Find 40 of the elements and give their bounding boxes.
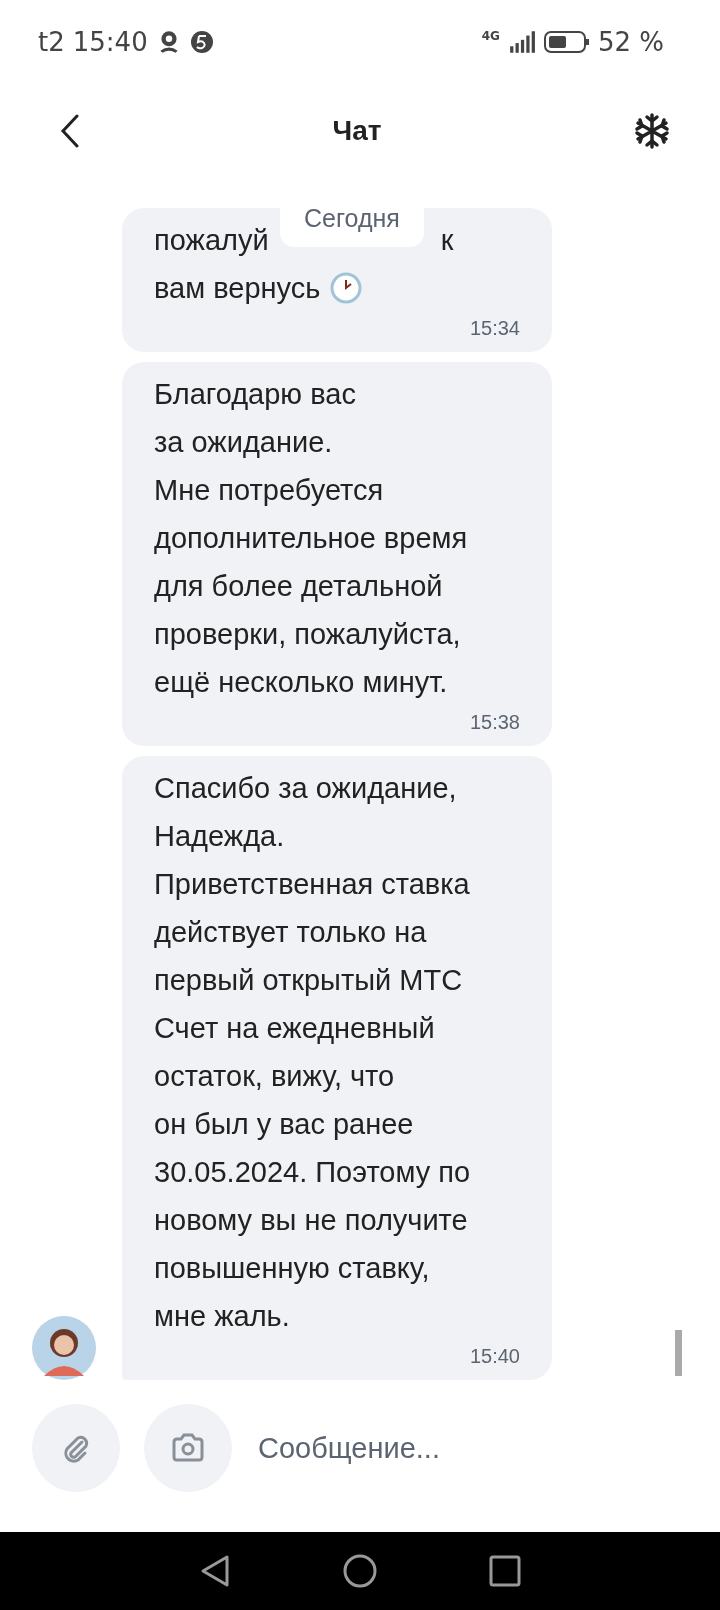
message-text: мне жаль.	[154, 1299, 290, 1333]
back-icon[interactable]	[60, 114, 80, 148]
message-text: для более детальной	[154, 569, 443, 603]
message-time: 15:34	[469, 316, 520, 340]
battery-icon	[543, 30, 590, 54]
message-text: Счет на ежедневный	[154, 1011, 435, 1045]
message-input[interactable]: Сообщение...	[256, 1430, 688, 1466]
message-text: Надежда.	[154, 819, 285, 853]
recents-nav-icon[interactable]	[489, 1555, 521, 1587]
message-text: за ожидание.	[154, 425, 333, 459]
message-text: дополнительное время	[154, 521, 468, 555]
message-text: 30.05.2024. Поэтому по	[154, 1155, 471, 1189]
message-text: Спасибо за ожидание,	[154, 771, 457, 805]
message-text: повышенную ставку,	[154, 1251, 430, 1285]
message-text: первый открытый МТС	[154, 963, 463, 997]
message-time: 15:40	[469, 1344, 520, 1368]
message-text: вам вернусь	[154, 271, 321, 305]
snowflake-icon[interactable]	[634, 113, 670, 149]
scrollbar	[675, 1330, 682, 1376]
chat-title: Чат	[332, 115, 382, 147]
status-time: 15:40	[72, 27, 148, 57]
message-text: Благодарю вас	[154, 377, 356, 411]
signal-icon	[507, 30, 536, 54]
message-text: новому вы не получите	[154, 1203, 468, 1237]
home-nav-icon[interactable]	[343, 1554, 377, 1588]
message-text: проверки, пожалуйста,	[154, 617, 461, 651]
message-text: он был у вас ранее	[154, 1107, 414, 1141]
message-text: пожалуй	[154, 223, 269, 257]
battery-percent: 52 %	[597, 27, 664, 57]
message-text: Мне потребуется	[154, 473, 384, 507]
message-text: действует только на	[154, 915, 427, 949]
carrier-label: t2	[38, 27, 65, 57]
message-text: остаток, вижу, что	[154, 1059, 395, 1093]
message-time: 15:38	[469, 710, 520, 734]
network-label: 4G	[481, 29, 500, 43]
notification-badge-icon	[189, 30, 214, 54]
message-text: Приветственная ставка	[154, 867, 470, 901]
message-text: ещё несколько минут.	[154, 665, 448, 699]
message-text: к	[440, 223, 454, 257]
back-nav-icon[interactable]	[199, 1554, 231, 1588]
